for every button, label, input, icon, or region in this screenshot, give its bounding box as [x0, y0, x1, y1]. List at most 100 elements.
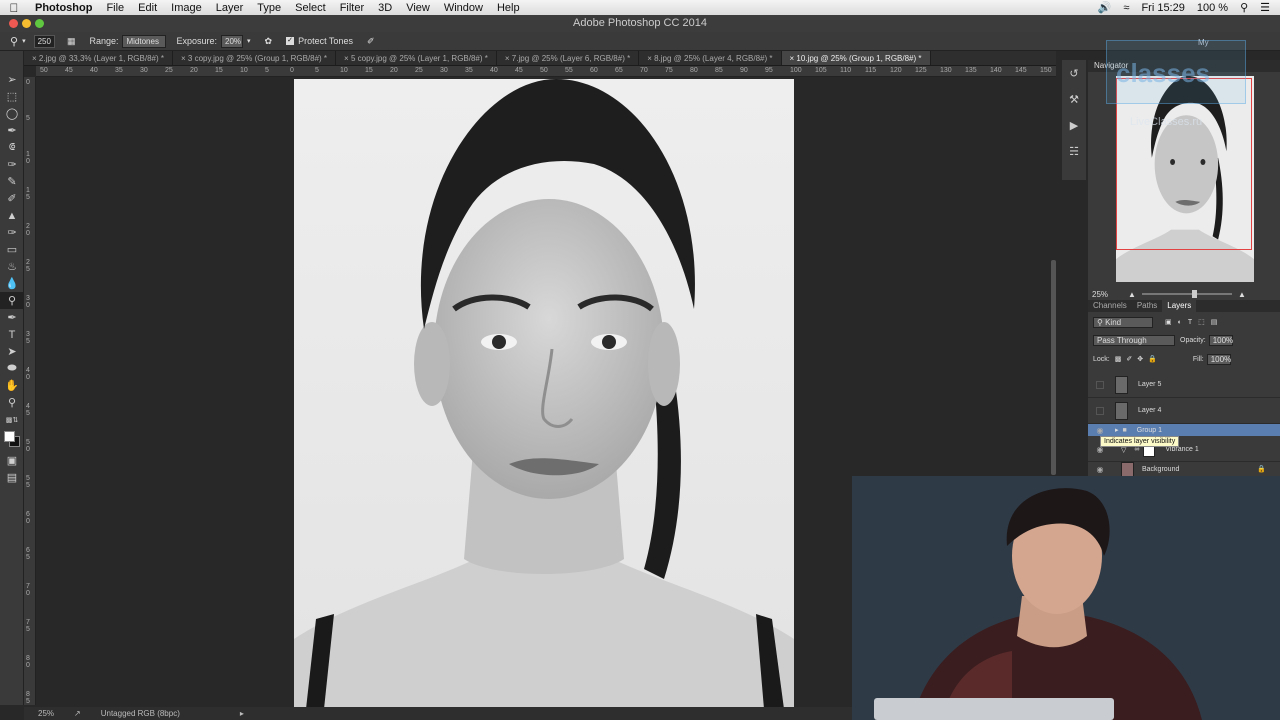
foreground-color-swatch[interactable] — [4, 431, 15, 442]
protect-tones-checkbox[interactable]: ✓ — [286, 37, 295, 45]
airbrush-icon[interactable]: ✿ — [265, 36, 273, 47]
tab-channels[interactable]: Channels — [1088, 300, 1132, 312]
eye-icon[interactable]: ◉ — [1093, 462, 1107, 476]
layer-row[interactable]: ◉ Background 🔒 — [1088, 462, 1280, 476]
wifi-icon[interactable]: ≈ — [1123, 2, 1129, 14]
default-colors-icon[interactable]: ▩⇅ — [0, 411, 24, 428]
path-selection-tool-icon[interactable]: ➤ — [0, 343, 24, 360]
zoom-window-button[interactable] — [35, 19, 44, 28]
document-tab[interactable]: × 5 copy.jpg @ 25% (Layer 1, RGB/8#) * — [336, 51, 497, 65]
pressure-size-icon[interactable]: ✐ — [367, 36, 375, 47]
document-tab[interactable]: × 3 copy.jpg @ 25% (Group 1, RGB/8#) * — [173, 51, 337, 65]
fill-input[interactable]: 100% — [1206, 353, 1231, 365]
zoom-in-icon[interactable]: ▲ — [1238, 290, 1246, 299]
history-brush-tool-icon[interactable]: ✑ — [0, 224, 24, 241]
menu-type[interactable]: Type — [250, 2, 288, 14]
menu-view[interactable]: View — [399, 2, 437, 14]
menu-filter[interactable]: Filter — [333, 2, 371, 14]
clone-stamp-tool-icon[interactable]: ▲ — [0, 207, 24, 224]
layer-filter-select[interactable]: ⚲ Kind — [1093, 316, 1153, 328]
lock-image-icon[interactable]: ✐ — [1126, 355, 1132, 363]
layer-row[interactable]: Layer 4 — [1088, 398, 1280, 424]
visibility-toggle[interactable] — [1093, 404, 1107, 418]
document-tab[interactable]: × 2.jpg @ 33,3% (Layer 1, RGB/8#) * — [24, 51, 173, 65]
tool-presets-icon[interactable]: ⚒ — [1062, 86, 1086, 112]
layer-name[interactable]: Layer 4 — [1138, 407, 1161, 414]
navigator-view-box[interactable] — [1116, 78, 1252, 250]
navigator-title[interactable]: Navigator — [1094, 61, 1128, 70]
volume-icon[interactable]: 🔊 — [1098, 1, 1112, 14]
actions-play-icon[interactable]: ▶ — [1062, 112, 1086, 138]
close-tab-icon[interactable]: × — [181, 54, 188, 63]
navigator-zoom-value[interactable]: 25% — [1092, 290, 1108, 299]
brush-size-value[interactable]: 250 — [33, 34, 55, 48]
filter-shape-icon[interactable]: ⬚ — [1198, 318, 1205, 326]
document-tab[interactable]: × 8.jpg @ 25% (Layer 4, RGB/8#) * — [639, 51, 782, 65]
vertical-scrollbar[interactable] — [1051, 260, 1056, 475]
crop-tool-icon[interactable]: ⟃ — [0, 139, 24, 156]
move-tool-icon[interactable]: ➢ — [0, 71, 24, 88]
lock-transparent-icon[interactable]: ▩ — [1115, 355, 1122, 363]
tab-layers[interactable]: Layers — [1162, 300, 1197, 312]
eyedropper-tool-icon[interactable]: ✑ — [0, 156, 24, 173]
export-icon[interactable]: ↗ — [74, 709, 81, 718]
close-tab-icon[interactable]: × — [344, 54, 351, 63]
filter-smart-object-icon[interactable]: ▤ — [1211, 318, 1218, 326]
color-swatches[interactable] — [0, 428, 24, 452]
menu-select[interactable]: Select — [288, 2, 333, 14]
properties-icon[interactable]: ☵ — [1062, 138, 1086, 164]
zoom-slider[interactable] — [1141, 290, 1232, 298]
filter-adjustment-icon[interactable]: ◐ — [1178, 319, 1182, 326]
eye-icon[interactable]: ◉ — [1093, 423, 1107, 437]
opacity-input[interactable]: 100% — [1208, 334, 1233, 346]
pen-tool-icon[interactable]: ✒ — [0, 309, 24, 326]
minimize-window-button[interactable] — [22, 19, 31, 28]
menu-image[interactable]: Image — [164, 2, 209, 14]
screen-mode-icon[interactable]: ▤ — [0, 469, 24, 486]
menu-file[interactable]: File — [99, 2, 131, 14]
paint-bucket-tool-icon[interactable]: ♨ — [0, 258, 24, 275]
lock-position-icon[interactable]: ✥ — [1137, 355, 1143, 363]
menu-3d[interactable]: 3D — [371, 2, 399, 14]
notification-center-icon[interactable]: ☰ — [1260, 1, 1270, 14]
spotlight-search-icon[interactable]: ⚲ — [1240, 1, 1248, 14]
healing-brush-tool-icon[interactable]: ✎ — [0, 173, 24, 190]
expand-group-icon[interactable]: ▸ — [1115, 426, 1119, 434]
status-menu-arrow-icon[interactable]: ▸ — [240, 709, 244, 718]
clock[interactable]: Fri 15:29 — [1141, 2, 1184, 14]
quick-selection-tool-icon[interactable]: ✒ — [0, 122, 24, 139]
menu-help[interactable]: Help — [490, 2, 527, 14]
type-tool-icon[interactable]: T — [0, 326, 24, 343]
horizontal-ruler[interactable]: 50 45 40 35 30 25 20 15 10 5 0 5 10 15 20 25 30 35 40 45 50 5… — [36, 66, 1056, 77]
lasso-tool-icon[interactable]: ◯ — [0, 105, 24, 122]
filter-type-icon[interactable]: T — [1188, 319, 1192, 326]
zoom-tool-icon[interactable]: ⚲ — [0, 394, 24, 411]
hand-tool-icon[interactable]: ✋ — [0, 377, 24, 394]
shape-tool-icon[interactable]: ⬬ — [0, 360, 24, 377]
range-select[interactable]: Midtones — [122, 34, 167, 48]
close-tab-icon[interactable]: × — [32, 54, 39, 63]
history-icon[interactable]: ↺ — [1062, 60, 1086, 86]
filter-pixel-icon[interactable]: ▣ — [1165, 318, 1172, 326]
brush-tool-icon[interactable]: ✐ — [0, 190, 24, 207]
menu-window[interactable]: Window — [437, 2, 490, 14]
close-tab-icon[interactable]: × — [505, 54, 512, 63]
vertical-ruler[interactable]: 0 5 1 0 1 5 2 0 2 5 3 0 3 5 4 0 4 5 5 0 5 5 6 0 6 5 7 … — [24, 77, 36, 705]
document-tab-active[interactable]: × 10.jpg @ 25% (Group 1, RGB/8#) * — [781, 51, 931, 65]
visibility-toggle[interactable] — [1093, 378, 1107, 392]
blend-mode-select[interactable]: Pass Through — [1093, 334, 1175, 346]
layer-row-selected[interactable]: ◉ ▸ ■ Group 1 — [1088, 424, 1280, 436]
marquee-tool-icon[interactable]: ⬚ — [0, 88, 24, 105]
brush-panel-toggle[interactable]: ▦ — [67, 36, 76, 47]
menu-edit[interactable]: Edit — [131, 2, 164, 14]
dodge-tool-icon[interactable]: ⚲ — [0, 292, 24, 309]
document-tab[interactable]: × 7.jpg @ 25% (Layer 6, RGB/8#) * — [497, 51, 640, 65]
battery-status[interactable]: 100 % — [1197, 2, 1228, 14]
exposure-input[interactable]: 20% — [221, 34, 244, 48]
layer-name[interactable]: Background — [1142, 466, 1179, 473]
zoom-out-icon[interactable]: ▲ — [1128, 290, 1136, 299]
dodge-tool-preset[interactable]: ⚲ ▾ — [10, 35, 26, 48]
menu-layer[interactable]: Layer — [209, 2, 251, 14]
layer-name[interactable]: Vibrance 1 — [1165, 446, 1198, 453]
brush-size-picker[interactable]: 250 — [33, 34, 55, 48]
